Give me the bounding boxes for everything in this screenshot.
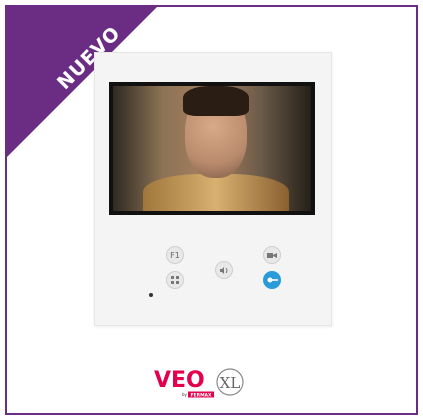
video-monitor: F1 bbox=[94, 52, 332, 326]
monitor-screen bbox=[109, 82, 315, 215]
f1-button-label: F1 bbox=[170, 250, 180, 260]
visitor-photo bbox=[113, 86, 311, 211]
logo-maker-text: FERMAX bbox=[190, 392, 212, 398]
f1-button[interactable]: F1 bbox=[166, 246, 184, 264]
camera-icon bbox=[267, 252, 277, 259]
key-icon bbox=[267, 277, 278, 283]
logo-veo-text: VEO bbox=[154, 368, 205, 393]
logo-xl-text: XL bbox=[220, 374, 241, 392]
door-open-button[interactable] bbox=[263, 271, 281, 289]
speaker-icon bbox=[219, 266, 229, 275]
camera-button[interactable] bbox=[263, 246, 281, 264]
grid-icon bbox=[171, 276, 179, 284]
logo-by-text: by bbox=[182, 392, 188, 397]
microphone-dot bbox=[149, 293, 153, 297]
talk-button[interactable] bbox=[215, 261, 233, 279]
veo-xl-logo: VEO XL by FERMAX bbox=[150, 365, 272, 401]
menu-button[interactable] bbox=[166, 271, 184, 289]
visitor-jacket bbox=[143, 174, 289, 211]
visitor-hair bbox=[183, 86, 249, 116]
